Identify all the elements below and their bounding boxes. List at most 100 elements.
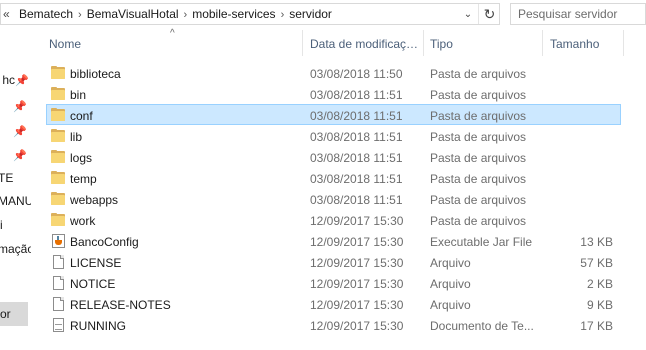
- pin-icon: 📌: [13, 101, 27, 113]
- nav-item-selected[interactable]: or: [0, 302, 28, 326]
- file-row-release-notes[interactable]: RELEASE-NOTES 12/09/2017 15:30 Arquivo 9…: [46, 293, 621, 314]
- file-type: Pasta de arquivos: [430, 109, 527, 123]
- navigation-pane: hc 📌 📌 📌 📌 TE MANU i rmação or: [0, 28, 31, 350]
- nav-item-informacao[interactable]: rmação: [0, 241, 31, 259]
- nav-item-te[interactable]: TE: [0, 170, 31, 188]
- file-date: 03/08/2018 11:51: [310, 109, 403, 123]
- nav-item-label: rmação: [0, 242, 31, 256]
- file-date: 03/08/2018 11:51: [310, 130, 403, 144]
- file-type: Arquivo: [430, 277, 471, 291]
- file-name: logs: [70, 151, 93, 165]
- file-row-license[interactable]: LICENSE 12/09/2017 15:30 Arquivo 57 KB: [46, 251, 621, 272]
- address-bar[interactable]: « Bematech › BemaVisualHotal › mobile-servic…: [0, 3, 500, 25]
- column-header-size[interactable]: Tamanho: [550, 37, 599, 51]
- file-type: Arquivo: [430, 256, 471, 270]
- file-type: Pasta de arquivos: [430, 193, 527, 207]
- search-box[interactable]: [510, 3, 646, 25]
- jar-file-icon: [51, 234, 65, 248]
- file-row-notice[interactable]: NOTICE 12/09/2017 15:30 Arquivo 2 KB: [46, 272, 621, 293]
- file-size: 2 KB: [586, 277, 613, 291]
- column-divider[interactable]: [302, 30, 303, 56]
- file-name: RUNNING: [70, 319, 126, 333]
- folder-icon: [51, 192, 65, 205]
- file-name: BancoConfig: [70, 235, 139, 249]
- file-name: temp: [70, 172, 97, 186]
- search-input[interactable]: [511, 4, 641, 24]
- file-type: Pasta de arquivos: [430, 214, 527, 228]
- file-date: 12/09/2017 15:30: [310, 214, 404, 228]
- column-header-type[interactable]: Tipo: [430, 37, 453, 51]
- file-date: 03/08/2018 11:50: [310, 67, 403, 81]
- file-type: Pasta de arquivos: [430, 151, 527, 165]
- chevron-right-icon[interactable]: ›: [78, 9, 82, 21]
- nav-item-quick-access-4[interactable]: 📌: [0, 147, 31, 165]
- file-row-work[interactable]: work 12/09/2017 15:30 Pasta de arquivos: [46, 209, 621, 230]
- file-type: Pasta de arquivos: [430, 130, 527, 144]
- nav-item-label: TE: [0, 171, 14, 185]
- file-row-bin[interactable]: bin 03/08/2018 11:51 Pasta de arquivos: [46, 83, 621, 104]
- file-row-running[interactable]: RUNNING 12/09/2017 15:30 Documento de Te…: [46, 314, 621, 335]
- file-date: 12/09/2017 15:30: [310, 256, 404, 270]
- pin-icon: 📌: [15, 75, 29, 87]
- file-icon: [51, 276, 65, 290]
- file-size: 13 KB: [580, 235, 613, 249]
- nav-item-quick-access-2[interactable]: 📌: [0, 98, 31, 116]
- address-row: « Bematech › BemaVisualHotal › mobile-servic…: [0, 0, 646, 28]
- file-date: 03/08/2018 11:51: [310, 193, 403, 207]
- sort-arrow-icon: ^: [170, 28, 175, 39]
- column-header-name[interactable]: Nome: [49, 37, 81, 51]
- file-row-temp[interactable]: temp 03/08/2018 11:51 Pasta de arquivos: [46, 167, 621, 188]
- file-date: 12/09/2017 15:30: [310, 235, 404, 249]
- folder-icon: [51, 213, 65, 226]
- file-type: Pasta de arquivos: [430, 88, 527, 102]
- file-name: RELEASE-NOTES: [70, 298, 171, 312]
- file-row-bancoconfig[interactable]: BancoConfig 12/09/2017 15:30 Executable …: [46, 230, 621, 251]
- file-date: 03/08/2018 11:51: [310, 151, 403, 165]
- file-icon: [51, 297, 65, 311]
- file-row-webapps[interactable]: webapps 03/08/2018 11:51 Pasta de arquiv…: [46, 188, 621, 209]
- nav-item-label: or: [0, 307, 11, 321]
- nav-item-i[interactable]: i: [0, 217, 31, 235]
- file-type: Executable Jar File: [430, 235, 533, 249]
- column-divider[interactable]: [623, 30, 624, 56]
- folder-icon: [51, 150, 65, 163]
- file-name: lib: [70, 130, 83, 144]
- file-name: biblioteca: [70, 67, 121, 81]
- file-size: 9 KB: [586, 298, 613, 312]
- file-type: Pasta de arquivos: [430, 67, 527, 81]
- refresh-icon[interactable]: ↻: [478, 4, 500, 24]
- column-divider[interactable]: [542, 30, 543, 56]
- breadcrumb-item-bematech[interactable]: Bematech: [19, 7, 73, 21]
- breadcrumb-item-servidor[interactable]: servidor: [289, 7, 332, 21]
- nav-item-quick-access-3[interactable]: 📌: [0, 123, 31, 141]
- breadcrumb-item-mobile-services[interactable]: mobile-services: [192, 7, 275, 21]
- file-type: Pasta de arquivos: [430, 172, 527, 186]
- file-size: 17 KB: [580, 319, 613, 333]
- file-icon: [51, 255, 65, 269]
- nav-item-label: i: [0, 218, 3, 232]
- file-row-conf[interactable]: conf 03/08/2018 11:51 Pasta de arquivos: [46, 104, 621, 125]
- file-row-lib[interactable]: lib 03/08/2018 11:51 Pasta de arquivos: [46, 125, 621, 146]
- file-name: NOTICE: [70, 277, 116, 291]
- nav-item-quick-access-1[interactable]: hc 📌: [0, 72, 31, 90]
- file-date: 12/09/2017 15:30: [310, 277, 404, 291]
- file-row-logs[interactable]: logs 03/08/2018 11:51 Pasta de arquivos: [46, 146, 621, 167]
- breadcrumb-item-bemavisualhotal[interactable]: BemaVisualHotal: [87, 7, 179, 21]
- chevron-right-icon[interactable]: ›: [281, 9, 285, 21]
- file-name: bin: [70, 88, 87, 102]
- chevron-left-icon[interactable]: «: [3, 7, 10, 21]
- folder-icon: [51, 66, 65, 79]
- text-file-icon: [51, 318, 65, 332]
- folder-icon: [51, 129, 65, 142]
- nav-item-manu[interactable]: MANU: [0, 193, 31, 211]
- nav-item-label: hc: [2, 73, 15, 87]
- chevron-right-icon[interactable]: ›: [184, 9, 188, 21]
- column-header-date[interactable]: Data de modificaç…: [310, 37, 422, 51]
- file-date: 12/09/2017 15:30: [310, 319, 404, 333]
- column-headers: ^ Nome Data de modificaç… Tipo Tamanho: [31, 28, 646, 58]
- file-row-biblioteca[interactable]: biblioteca 03/08/2018 11:50 Pasta de arq…: [46, 62, 621, 83]
- chevron-down-icon[interactable]: ⌄: [460, 7, 476, 23]
- column-divider[interactable]: [423, 30, 424, 56]
- file-name: LICENSE: [70, 256, 122, 270]
- file-name: webapps: [70, 193, 119, 207]
